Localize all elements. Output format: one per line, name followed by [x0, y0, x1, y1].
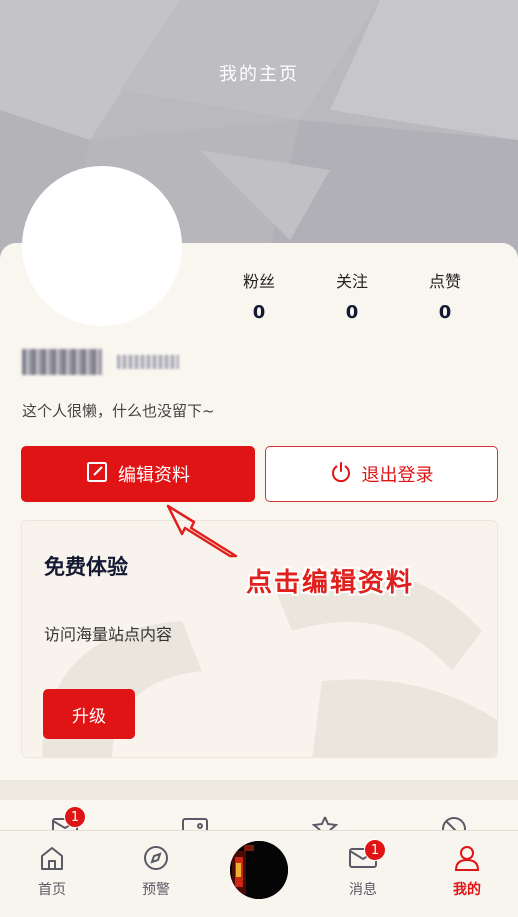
tab-label: 我的 — [453, 882, 481, 898]
message-badge: 1 — [64, 806, 86, 828]
user-id-pixelated — [117, 355, 180, 369]
stat-label: 点赞 — [428, 272, 461, 291]
edit-icon — [86, 461, 108, 488]
annotation-label: 点击编辑资料 — [246, 568, 415, 598]
stats-row: 粉丝 0 关注 0 点赞 0 — [212, 268, 512, 338]
stat-following[interactable]: 关注 0 — [307, 268, 397, 323]
upgrade-button[interactable]: 升级 — [43, 689, 135, 739]
tab-messages[interactable]: 消息 — [323, 843, 403, 899]
thumbnail-image — [230, 841, 288, 899]
stat-value: 0 — [438, 302, 452, 323]
tab-label: 首页 — [38, 882, 66, 898]
stat-value: 0 — [252, 302, 266, 323]
home-icon — [12, 843, 92, 873]
section-divider — [0, 780, 518, 800]
tab-alert[interactable]: 预警 — [116, 843, 196, 899]
power-icon — [330, 461, 352, 488]
stat-label: 关注 — [335, 272, 368, 291]
stat-label: 粉丝 — [242, 272, 275, 291]
edit-profile-button[interactable]: 编辑资料 — [21, 446, 255, 502]
center-tab-thumbnail[interactable] — [230, 841, 288, 899]
person-icon — [427, 843, 507, 873]
compass-icon — [116, 843, 196, 873]
tab-mine[interactable]: 我的 — [427, 843, 507, 899]
tab-label: 消息 — [349, 882, 377, 898]
bio-text: 这个人很懒，什么也没留下~ — [22, 402, 215, 420]
trial-title: 免费体验 — [44, 555, 128, 579]
avatar[interactable] — [22, 166, 182, 326]
stat-value: 0 — [345, 302, 359, 323]
tab-label: 预警 — [142, 882, 170, 898]
message-badge: 1 — [364, 839, 386, 861]
logout-label: 退出登录 — [361, 465, 434, 486]
mail-icon — [323, 843, 403, 873]
tab-home[interactable]: 首页 — [12, 843, 92, 899]
stat-likes[interactable]: 点赞 0 — [400, 268, 490, 323]
username-pixelated — [22, 349, 102, 375]
edit-profile-label: 编辑资料 — [118, 465, 190, 486]
trial-description: 访问海量站点内容 — [44, 625, 173, 644]
page-title: 我的主页 — [219, 64, 299, 85]
free-trial-panel: 免费体验 访问海量站点内容 升级 — [21, 520, 498, 758]
stat-fans[interactable]: 粉丝 0 — [214, 268, 304, 323]
logout-button[interactable]: 退出登录 — [265, 446, 498, 502]
username-row — [22, 349, 180, 379]
